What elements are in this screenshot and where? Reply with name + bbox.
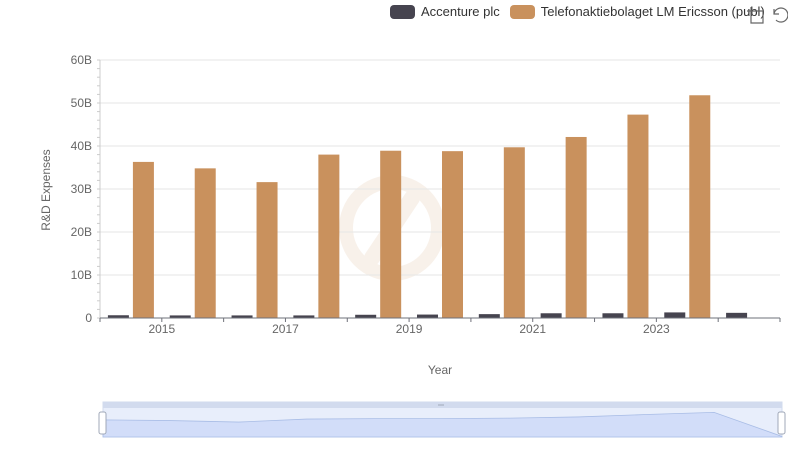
y-tick-label: 10B <box>71 268 92 282</box>
x-tick-label: 2015 <box>148 322 175 336</box>
x-tick-label: 2021 <box>519 322 546 336</box>
bar-ericsson-2017[interactable] <box>318 154 340 318</box>
x-tick-label: 2017 <box>272 322 299 336</box>
data-zoom-slider[interactable] <box>98 401 786 438</box>
bar-accenture-2023[interactable] <box>664 312 686 318</box>
y-axis-label: R&D Expenses <box>39 149 53 230</box>
y-tick-label: 60B <box>71 53 92 67</box>
bar-accenture-2019[interactable] <box>417 314 438 318</box>
y-tick-label: 40B <box>71 139 92 153</box>
bar-ericsson-2018[interactable] <box>380 150 402 318</box>
x-tick-label: 2019 <box>396 322 423 336</box>
y-tick-label: 30B <box>71 182 92 196</box>
bar-ericsson-2022[interactable] <box>627 114 649 318</box>
bar-accenture-2020[interactable] <box>478 314 500 318</box>
bar-ericsson-2016[interactable] <box>256 182 278 318</box>
bar-ericsson-2023[interactable] <box>689 95 711 318</box>
bar-accenture-2021[interactable] <box>540 313 562 318</box>
y-axis: 0 10B 20B 30B 40B 50B 60B <box>71 53 101 325</box>
bar-accenture-2024[interactable] <box>726 312 748 318</box>
bar-accenture-2022[interactable] <box>602 313 624 318</box>
bar-ericsson-2019[interactable] <box>442 151 463 318</box>
bar-ericsson-2015[interactable] <box>194 168 216 318</box>
y-tick-label: 50B <box>71 96 92 110</box>
x-axis: 2015 2017 2019 2021 2023 <box>99 317 781 336</box>
bar-ericsson-2020[interactable] <box>503 147 525 318</box>
bar-ericsson-2014[interactable] <box>132 161 154 318</box>
y-tick-label: 0 <box>85 311 92 325</box>
data-zoom-right-handle[interactable] <box>777 411 786 435</box>
y-tick-label: 20B <box>71 225 92 239</box>
chart-canvas: 0 10B 20B 30B 40B 50B 60B 2015 2017 2019 2021 2023… <box>39 53 786 438</box>
data-zoom-left-handle[interactable] <box>98 411 107 435</box>
x-tick-label: 2023 <box>643 322 670 336</box>
bar-ericsson-2021[interactable] <box>565 136 587 318</box>
x-axis-label: Year <box>428 363 452 377</box>
